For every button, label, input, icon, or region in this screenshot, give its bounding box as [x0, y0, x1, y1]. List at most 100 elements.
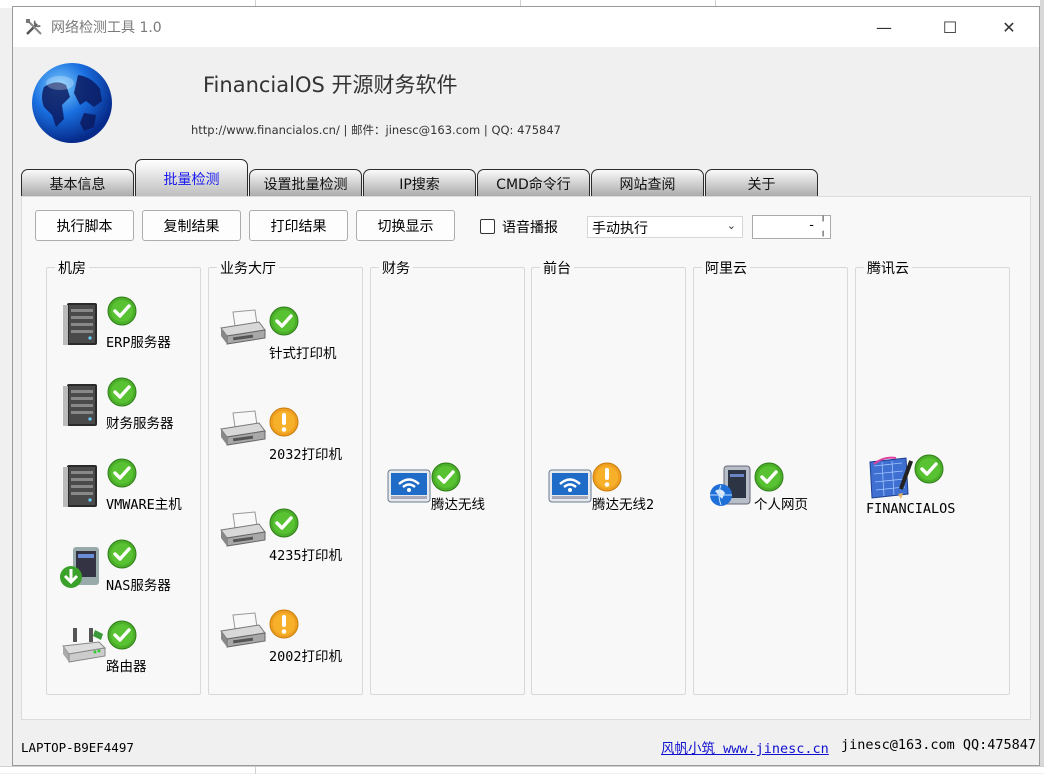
device-label: VMWARE主机: [106, 497, 182, 513]
status-ok-icon: [107, 377, 137, 407]
interval-spinner[interactable]: - ╵ ╷: [752, 215, 831, 239]
toggle-display-button[interactable]: 切换显示: [356, 210, 455, 241]
status-ok-icon: [107, 539, 137, 569]
device-item[interactable]: 腾达无线2: [546, 462, 696, 522]
globe-logo-icon: [32, 63, 112, 143]
tools-icon: [26, 19, 42, 35]
tab-ip-search[interactable]: IP搜索: [363, 169, 476, 197]
status-ok-icon: [914, 454, 944, 484]
device-item[interactable]: 个人网页: [708, 462, 858, 522]
wifi-router-icon: [385, 462, 433, 510]
app-window: 网络检测工具 1.0 — ☐ ✕ FinancialOS 开源财务软件 http…: [12, 6, 1040, 766]
app-name: FinancialOS 开源财务软件: [203, 73, 458, 97]
device-group-title: 财务: [379, 258, 413, 278]
voice-checkbox-label: 语音播报: [502, 220, 558, 236]
blueprint-icon: [868, 454, 916, 502]
wifi-router-icon: [546, 462, 594, 510]
minimize-icon: —: [876, 17, 892, 37]
maximize-button[interactable]: ☐: [921, 7, 979, 47]
printer-icon: [219, 405, 267, 453]
device-group-title: 机房: [55, 258, 89, 278]
device-group: 阿里云个人网页: [693, 258, 848, 695]
printer-icon: [219, 304, 267, 352]
status-ok-icon: [107, 620, 137, 650]
device-label: FINANCIALOS: [866, 501, 956, 517]
server-icon: [59, 462, 107, 510]
status-ok-icon: [269, 508, 299, 538]
device-item[interactable]: 财务服务器: [59, 377, 209, 441]
run-script-button[interactable]: 执行脚本: [35, 210, 134, 241]
header-contact: http://www.financialos.cn/ | 邮件：jinesc@1…: [191, 123, 561, 137]
device-label: 财务服务器: [106, 416, 174, 432]
tab-basic-info[interactable]: 基本信息: [21, 169, 134, 197]
nas-server-icon: [59, 543, 107, 591]
status-ok-icon: [107, 296, 137, 326]
spinner-arrows-icon[interactable]: ╵ ╷: [820, 218, 826, 237]
device-item[interactable]: 2002打印机: [219, 607, 369, 667]
server-icon: [59, 300, 107, 348]
device-item[interactable]: 4235打印机: [219, 506, 369, 566]
device-label: 2002打印机: [269, 649, 343, 665]
device-group: 腾讯云 FINANCIALOS: [855, 258, 1010, 695]
minimize-button[interactable]: —: [855, 7, 913, 47]
status-ok-icon: [754, 462, 784, 492]
run-mode-select[interactable]: 手动执行 ⌄: [587, 216, 743, 238]
printer-icon: [219, 506, 267, 554]
run-mode-value: 手动执行: [592, 221, 648, 237]
tab-website[interactable]: 网站查阅: [591, 169, 704, 197]
status-bar: LAPTOP-B9EF4497 风帆小筑 www.jinesc.cn jines…: [13, 722, 1039, 766]
router-icon: [59, 624, 107, 672]
host-name: LAPTOP-B9EF4497: [21, 740, 134, 755]
maximize-icon: ☐: [942, 17, 958, 37]
tab-batch-settings[interactable]: 设置批量检测: [249, 169, 362, 197]
status-ok-icon: [269, 306, 299, 336]
title-bar[interactable]: 网络检测工具 1.0 — ☐ ✕: [13, 7, 1039, 47]
device-label: 个人网页: [754, 497, 808, 513]
device-item[interactable]: 针式打印机: [219, 304, 369, 364]
window-title: 网络检测工具 1.0: [51, 20, 162, 36]
device-item[interactable]: 腾达无线: [385, 462, 535, 522]
tab-about[interactable]: 关于: [705, 169, 818, 197]
tab-batch-check[interactable]: 批量检测: [135, 159, 248, 197]
printer-icon: [219, 607, 267, 655]
status-ok-icon: [107, 458, 137, 488]
device-label: 腾达无线: [431, 497, 485, 513]
device-item[interactable]: VMWARE主机: [59, 458, 209, 522]
device-label: 2032打印机: [269, 447, 343, 463]
device-group-title: 腾讯云: [864, 258, 912, 278]
website-link[interactable]: 风帆小筑 www.jinesc.cn: [661, 737, 829, 757]
close-icon: ✕: [1002, 17, 1016, 37]
device-item[interactable]: FINANCIALOS: [866, 454, 1018, 517]
server-icon: [59, 381, 107, 429]
desktop-background-right: [1040, 0, 1044, 773]
device-label: NAS服务器: [106, 578, 171, 594]
tab-strip: 基本信息 批量检测 设置批量检测 IP搜索 CMD命令行 网站查阅 关于: [21, 159, 1031, 197]
device-label: 针式打印机: [269, 346, 337, 362]
tab-cmd[interactable]: CMD命令行: [477, 169, 590, 197]
print-result-button[interactable]: 打印结果: [249, 210, 348, 241]
device-group: 业务大厅 针式打印机 2032打印机 4235打印机 2002打印机: [208, 258, 363, 695]
device-item[interactable]: 路由器: [59, 620, 209, 684]
device-label: 路由器: [106, 659, 147, 675]
status-warning-icon: [269, 407, 299, 437]
device-group: 财务腾达无线: [370, 258, 525, 695]
device-label: 腾达无线2: [592, 497, 655, 513]
device-group: 机房 ERP服务器 财务服务器 VMWARE主机 NAS服务器 路由器: [46, 258, 201, 695]
device-label: ERP服务器: [106, 335, 171, 351]
device-group-title: 阿里云: [702, 258, 750, 278]
device-item[interactable]: NAS服务器: [59, 539, 209, 603]
device-item[interactable]: 2032打印机: [219, 405, 369, 465]
web-server-icon: [708, 462, 756, 510]
device-item[interactable]: ERP服务器: [59, 296, 209, 360]
chevron-down-icon: ⌄: [726, 219, 736, 232]
footer-contact: jinesc@163.com QQ:475847: [841, 737, 1037, 753]
close-button[interactable]: ✕: [980, 7, 1038, 47]
status-ok-icon: [431, 462, 461, 492]
desktop-background-bottom: [0, 766, 1044, 774]
device-group-title: 前台: [540, 258, 574, 278]
voice-checkbox[interactable]: [480, 219, 495, 234]
device-group: 前台腾达无线2: [531, 258, 686, 695]
batch-check-panel: 执行脚本 复制结果 打印结果 切换显示 语音播报 手动执行 ⌄ - ╵ ╷ 机房 E…: [21, 196, 1031, 720]
copy-result-button[interactable]: 复制结果: [142, 210, 241, 241]
device-label: 4235打印机: [269, 548, 343, 564]
